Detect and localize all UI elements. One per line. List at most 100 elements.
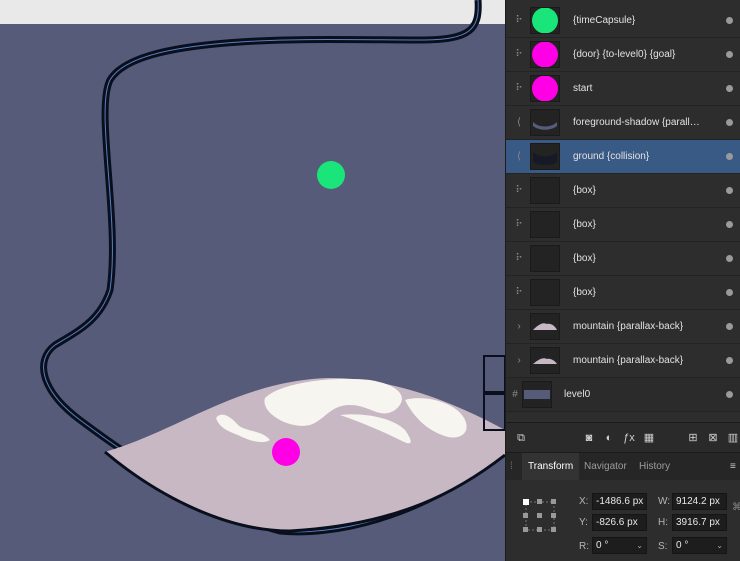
visibility-dot-icon[interactable] xyxy=(726,289,733,296)
chevron-right-icon[interactable]: › xyxy=(512,310,526,343)
panel-tabs: ⁞ Transform Navigator History ≡ xyxy=(506,452,740,480)
layer-thumbnail xyxy=(530,109,560,136)
transform-panel: X: -1486.6 px Y: -826.6 px W: 9124.2 px … xyxy=(506,480,740,561)
rotation-value: 0 ° xyxy=(596,540,609,551)
h-label: H: xyxy=(658,517,668,528)
layer-thumbnail xyxy=(530,7,560,34)
visibility-dot-icon[interactable] xyxy=(726,391,733,398)
layer-thumbnail xyxy=(522,381,552,408)
y-field[interactable]: -826.6 px xyxy=(592,514,647,531)
w-label: W: xyxy=(658,496,671,507)
start-object[interactable] xyxy=(272,438,300,466)
rotation-field[interactable]: 0 ° ⌄ xyxy=(592,537,647,554)
layer-row-selected[interactable]: ⟨ ground {collision} xyxy=(506,140,740,174)
w-field[interactable]: 9124.2 px xyxy=(672,493,727,510)
visibility-dot-icon[interactable] xyxy=(726,85,733,92)
layer-row[interactable]: ⠗ {door} {to-level0} {goal} xyxy=(506,38,740,72)
visibility-dot-icon[interactable] xyxy=(726,187,733,194)
layer-thumbnail xyxy=(530,177,560,204)
y-label: Y: xyxy=(579,517,588,528)
layers-panel[interactable]: ⠗ {timeCapsule} ⠗ {door} {to-level0} {go… xyxy=(506,0,740,422)
layer-row[interactable]: ⠗ {box} xyxy=(506,242,740,276)
shear-value: 0 ° xyxy=(676,540,689,551)
layer-row[interactable]: ⠗ start xyxy=(506,72,740,106)
visibility-dot-icon[interactable] xyxy=(726,221,733,228)
layer-row[interactable]: ⟨ foreground-shadow {parall… xyxy=(506,106,740,140)
chevron-down-icon: ⌄ xyxy=(636,541,643,550)
layer-row-level[interactable]: # level0 xyxy=(506,378,740,412)
tab-transform[interactable]: Transform xyxy=(522,453,580,480)
move-icon: ⠗ xyxy=(515,219,523,230)
layer-label: ground {collision} xyxy=(573,151,650,162)
trash-icon[interactable]: ▥ xyxy=(726,431,740,445)
move-icon: ⠗ xyxy=(515,83,523,94)
layer-row[interactable]: ⠗ {box} xyxy=(506,276,740,310)
shear-field[interactable]: 0 ° ⌄ xyxy=(672,537,727,554)
fx-icon[interactable]: ƒx xyxy=(622,431,636,445)
link-icon[interactable]: ⌘ xyxy=(732,502,740,513)
artboard-icon: # xyxy=(512,389,518,400)
layer-label: foreground-shadow {parall… xyxy=(573,117,700,128)
layer-thumbnail xyxy=(530,211,560,238)
layers-toolbar: ⧉ ◙ ◐ ƒx ▦ ⊞ ⊠ ▥ xyxy=(506,422,740,452)
layer-thumbnail xyxy=(530,143,560,170)
move-icon: ⠗ xyxy=(515,15,523,26)
move-icon: ⠗ xyxy=(515,49,523,60)
drag-handle-icon[interactable]: ⁞ xyxy=(510,453,513,480)
visibility-dot-icon[interactable] xyxy=(726,357,733,364)
group-icon[interactable]: ⊠ xyxy=(706,431,720,445)
visibility-dot-icon[interactable] xyxy=(726,153,733,160)
grid-icon[interactable]: ▦ xyxy=(642,431,656,445)
visibility-dot-icon[interactable] xyxy=(726,119,733,126)
layer-row[interactable]: ⠗ {timeCapsule} xyxy=(506,4,740,38)
layer-row[interactable]: › mountain {parallax-back} xyxy=(506,310,740,344)
h-field[interactable]: 3916.7 px xyxy=(672,514,727,531)
visibility-dot-icon[interactable] xyxy=(726,51,733,58)
layer-label: {box} xyxy=(573,287,596,298)
layer-thumbnail xyxy=(530,75,560,102)
add-layer-icon[interactable]: ⊞ xyxy=(686,431,700,445)
time-capsule-object[interactable] xyxy=(317,161,345,189)
layer-thumbnail xyxy=(530,347,560,374)
layer-label: {door} {to-level0} {goal} xyxy=(573,49,676,60)
chevron-right-icon[interactable]: › xyxy=(512,344,526,377)
layer-row[interactable]: ⠗ {box} xyxy=(506,208,740,242)
page-background xyxy=(0,0,505,24)
right-panel: ⠗ {timeCapsule} ⠗ {door} {to-level0} {go… xyxy=(505,0,740,561)
visibility-dot-icon[interactable] xyxy=(726,323,733,330)
layer-thumbnail xyxy=(530,245,560,272)
move-icon: ⠗ xyxy=(515,185,523,196)
layer-label: mountain {parallax-back} xyxy=(573,321,684,332)
layer-label: {box} xyxy=(573,253,596,264)
layer-label: {timeCapsule} xyxy=(573,15,636,26)
layer-row[interactable]: › mountain {parallax-back} xyxy=(506,344,740,378)
anchor-point-grid[interactable] xyxy=(520,496,560,536)
tab-navigator[interactable]: Navigator xyxy=(584,453,627,480)
chevron-down-icon: ⌄ xyxy=(716,541,723,550)
x-field[interactable]: -1486.6 px xyxy=(592,493,647,510)
curve-icon: ⟨ xyxy=(517,117,521,128)
layer-row[interactable]: ⠗ {box} xyxy=(506,174,740,208)
mask-icon[interactable]: ◙ xyxy=(582,431,596,445)
visibility-dot-icon[interactable] xyxy=(726,17,733,24)
layer-label: start xyxy=(573,83,593,94)
design-canvas[interactable] xyxy=(0,0,505,561)
layer-thumbnail xyxy=(530,41,560,68)
canvas-artwork xyxy=(0,0,505,536)
curve-icon: ⟨ xyxy=(517,151,521,162)
menu-icon[interactable]: ≡ xyxy=(730,453,736,480)
layer-thumbnail xyxy=(530,279,560,306)
move-icon: ⠗ xyxy=(515,253,523,264)
layer-thumbnail xyxy=(530,313,560,340)
visibility-dot-icon[interactable] xyxy=(726,255,733,262)
layer-label: level0 xyxy=(564,389,591,400)
layer-label: {box} xyxy=(573,185,596,196)
box-object[interactable] xyxy=(483,355,505,393)
adjustment-icon[interactable]: ◐ xyxy=(602,431,616,445)
layers-stack-icon[interactable]: ⧉ xyxy=(514,431,528,445)
x-label: X: xyxy=(579,496,589,507)
tab-history[interactable]: History xyxy=(639,453,670,480)
move-icon: ⠗ xyxy=(515,287,523,298)
layer-label: {box} xyxy=(573,219,596,230)
layer-label: mountain {parallax-back} xyxy=(573,355,684,366)
